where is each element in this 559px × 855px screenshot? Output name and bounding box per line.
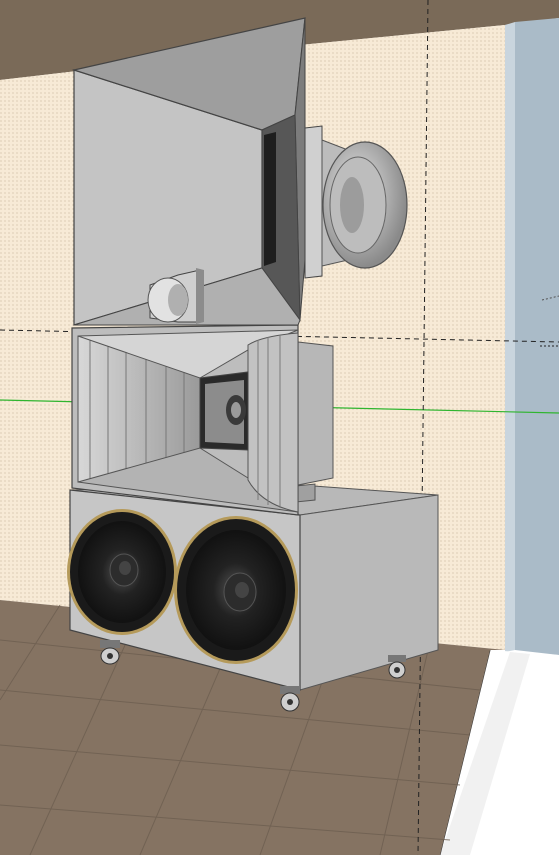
woofer-icon <box>174 516 298 664</box>
woofer-icon <box>67 509 177 635</box>
caster-icon <box>100 640 120 665</box>
wall-pillar-side <box>505 22 515 652</box>
3d-scene[interactable] <box>0 0 559 855</box>
caster-icon <box>280 686 300 712</box>
wall-pillar-front <box>515 18 559 655</box>
caster-icon <box>388 655 406 679</box>
midrange-horn-cabinet[interactable] <box>71 324 334 516</box>
model-viewport[interactable] <box>0 0 559 855</box>
